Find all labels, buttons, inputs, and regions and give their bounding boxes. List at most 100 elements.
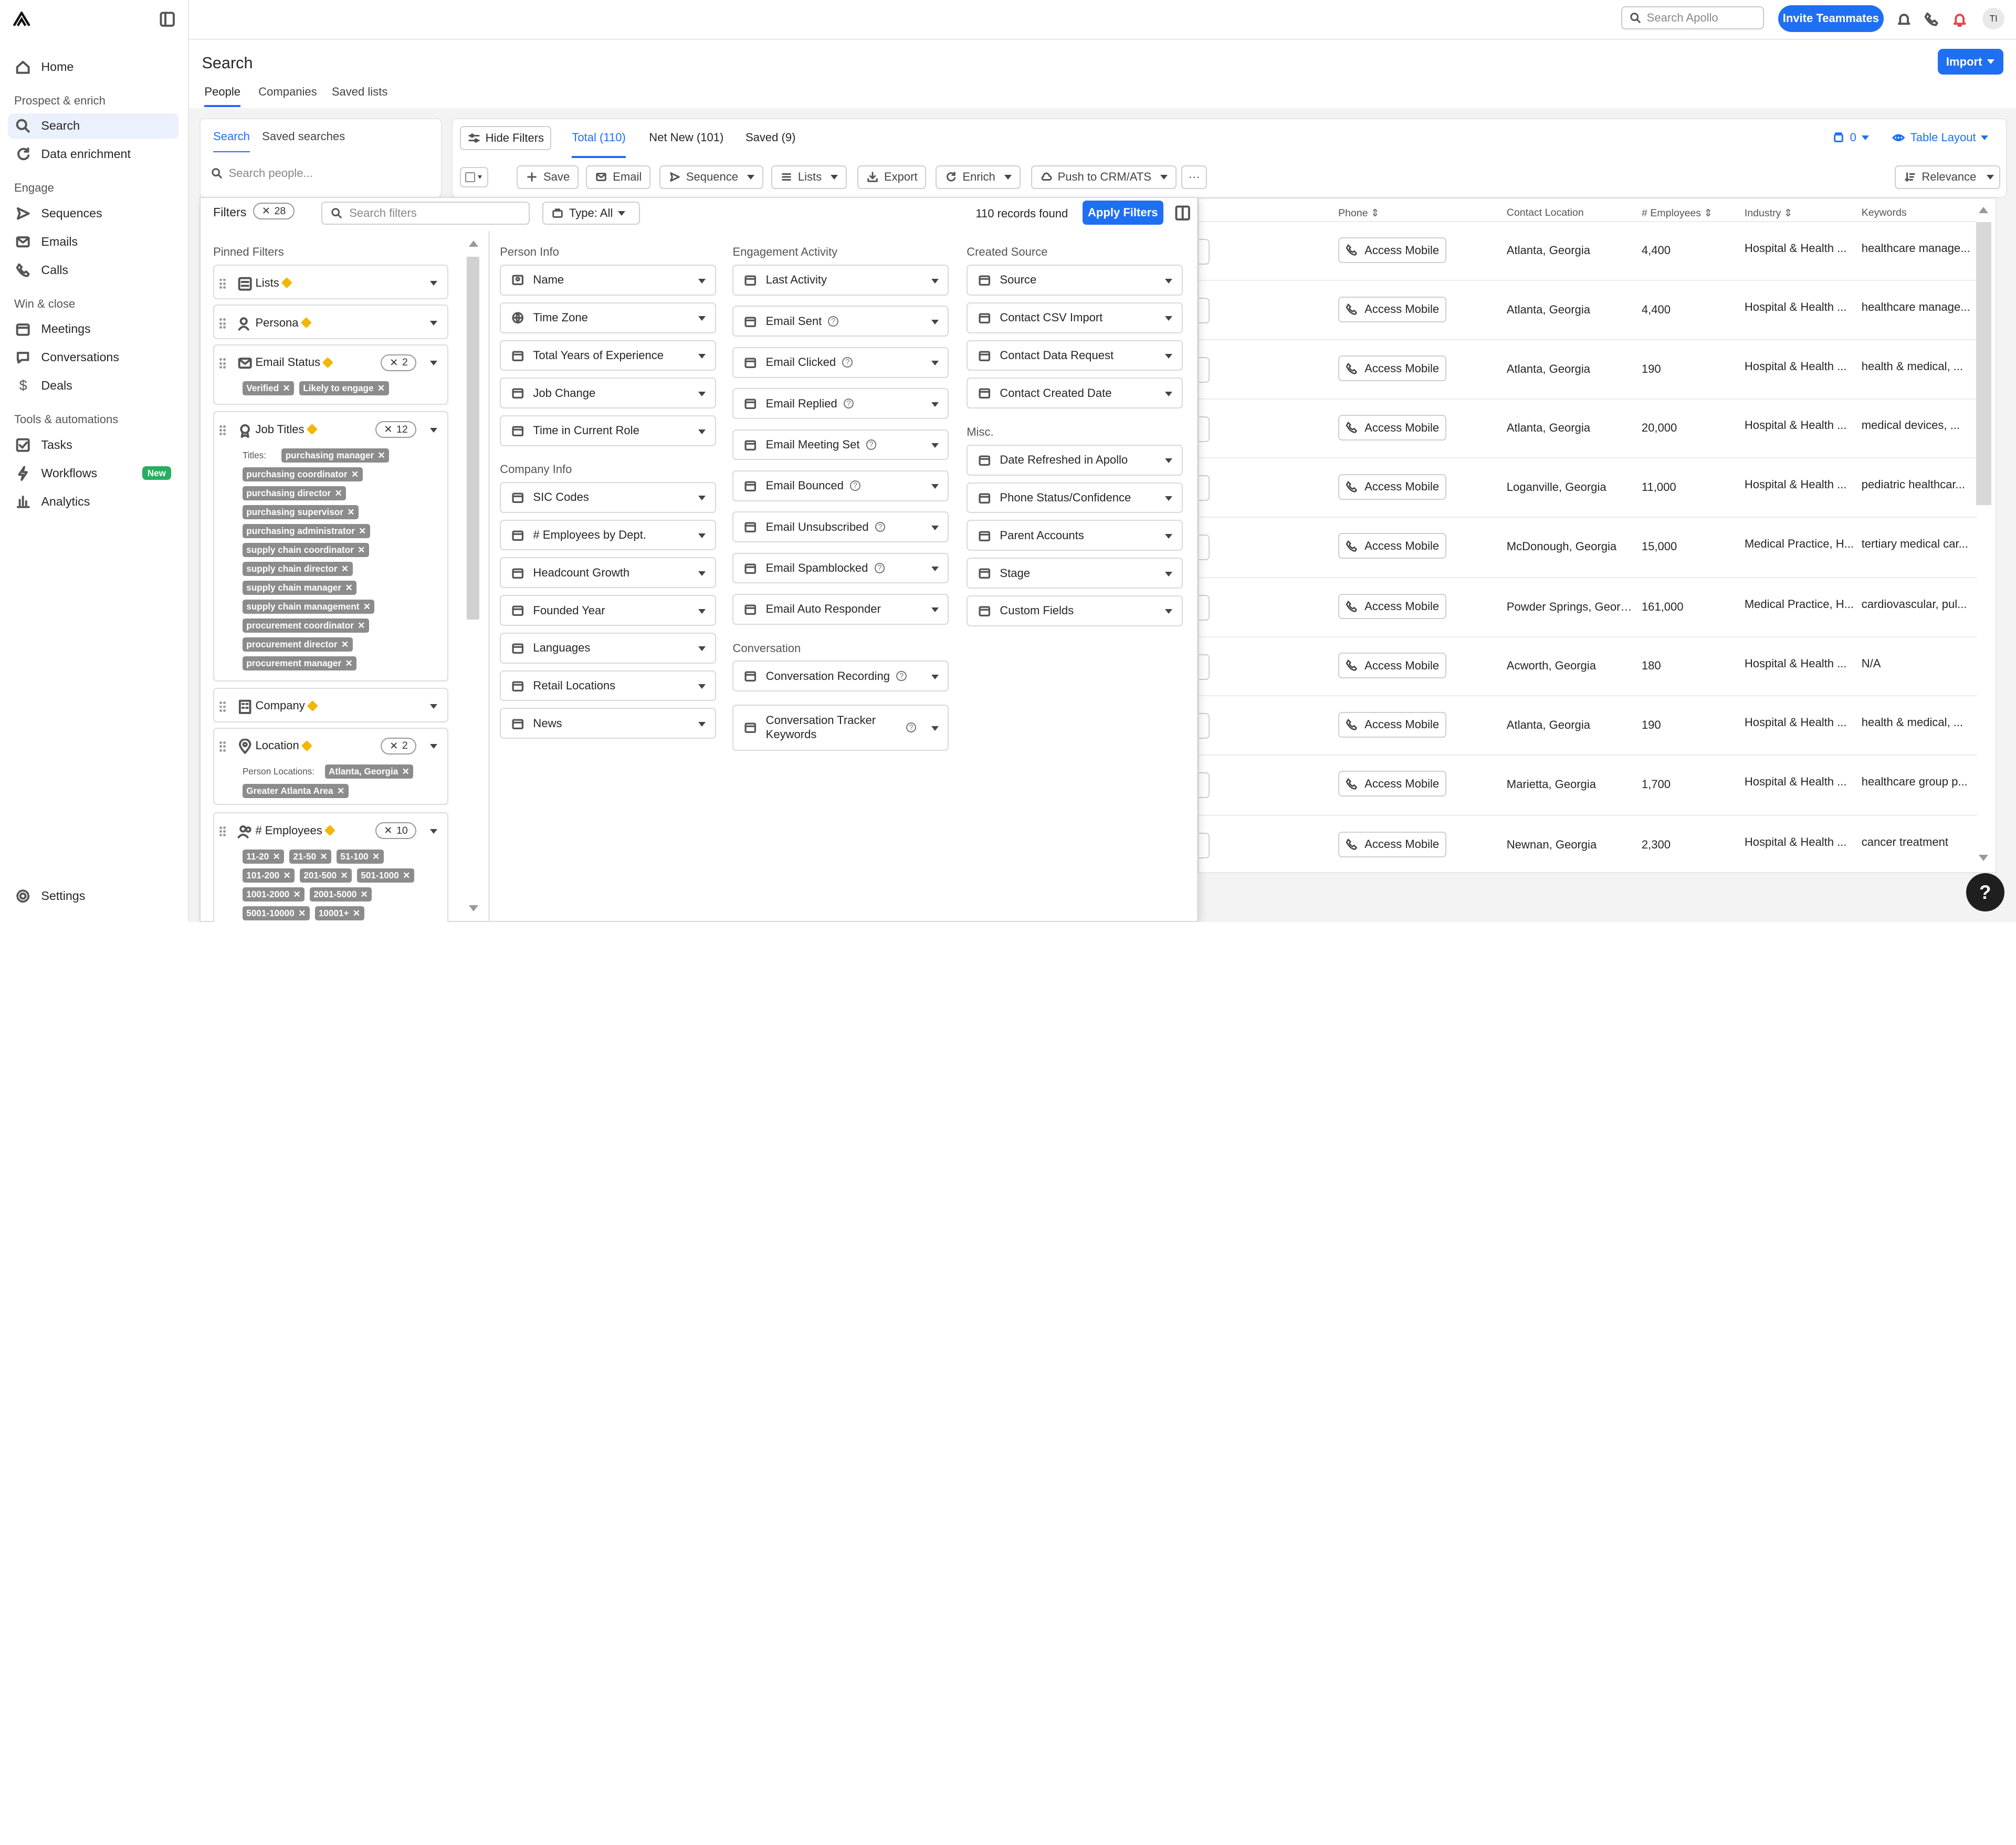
close-icon[interactable]: ✕ xyxy=(361,889,368,900)
drag-handle-icon[interactable] xyxy=(219,358,226,369)
nav-meetings[interactable]: Meetings xyxy=(8,316,179,342)
filter-languages[interactable]: Languages xyxy=(500,632,716,664)
access-mobile-button[interactable]: Access Mobile xyxy=(1338,711,1446,738)
filter-email-replied[interactable]: Email Replied? xyxy=(732,388,949,419)
filter-chip[interactable]: 501-1000 ✕ xyxy=(357,868,414,883)
filter-conversation-recording[interactable]: Conversation Recording? xyxy=(732,661,949,692)
filter-contact-created-date[interactable]: Contact Created Date xyxy=(967,378,1183,409)
apollo-logo[interactable] xyxy=(13,12,31,27)
search-filters-input[interactable]: Search filters xyxy=(321,202,530,225)
info-icon[interactable]: ? xyxy=(874,563,885,573)
invite-teammates-button[interactable]: Invite Teammates xyxy=(1778,5,1884,33)
job-titles-count-pill[interactable]: ✕ 12 xyxy=(375,421,417,438)
filter-email-meeting-set[interactable]: Email Meeting Set? xyxy=(732,429,949,460)
filter-chip[interactable]: 2001-5000 ✕ xyxy=(310,887,372,901)
close-icon[interactable]: ✕ xyxy=(345,582,352,593)
nav-tasks[interactable]: Tasks xyxy=(8,432,179,458)
user-avatar[interactable]: TI xyxy=(1982,7,2004,30)
help-button[interactable]: ? xyxy=(1966,873,2004,912)
filter-chip[interactable]: 10001+ ✕ xyxy=(314,906,364,920)
table-row[interactable]: Access Mobile Marietta, Georgia 1,700 Hospi… xyxy=(1199,754,1978,814)
close-icon[interactable]: ✕ xyxy=(402,766,410,777)
close-icon[interactable]: ✕ xyxy=(403,870,410,881)
info-icon[interactable]: ? xyxy=(850,480,860,491)
filter-chip[interactable]: 51-100 ✕ xyxy=(336,849,384,864)
pinned-filter-email-status[interactable]: Email Status ✕ 2 Verified ✕ Likely to enga… xyxy=(213,344,449,405)
access-mobile-button[interactable]: Access Mobile xyxy=(1338,237,1446,264)
location-count-pill[interactable]: ✕ 2 xyxy=(381,737,417,754)
filter-time-zone[interactable]: Time Zone xyxy=(500,302,716,333)
pinned-filter-lists[interactable]: Lists xyxy=(213,265,449,300)
hide-filters-button[interactable]: Hide Filters xyxy=(460,125,552,151)
nav-settings[interactable]: Settings xyxy=(8,883,179,909)
close-icon[interactable]: ✕ xyxy=(284,870,291,881)
filter-email-unsubscribed[interactable]: Email Unsubscribed? xyxy=(732,511,949,542)
filter-chip[interactable]: purchasing administrator ✕ xyxy=(242,523,370,538)
nav-deals[interactable]: $ Deals xyxy=(8,373,179,399)
row-field-stub[interactable] xyxy=(1199,298,1210,324)
filter-name[interactable]: Name xyxy=(500,265,716,296)
table-row[interactable]: Access Mobile Atlanta, Georgia 4,400 Hospit… xyxy=(1199,221,1978,280)
table-row[interactable]: Access Mobile Loganville, Georgia 11,000 Ho… xyxy=(1199,457,1978,517)
global-search-input[interactable]: Search Apollo xyxy=(1621,6,1764,30)
filter-contact-csv-import[interactable]: Contact CSV Import xyxy=(967,302,1183,333)
tab-companies[interactable]: Companies xyxy=(258,85,317,99)
filter-chip[interactable]: Likely to engage ✕ xyxy=(299,381,389,396)
close-icon[interactable]: ✕ xyxy=(273,851,280,862)
tab-people[interactable]: People xyxy=(204,85,240,107)
table-row[interactable]: Access Mobile Atlanta, Georgia 4,400 Hospit… xyxy=(1199,280,1978,339)
info-icon[interactable]: ? xyxy=(843,398,854,409)
info-icon[interactable]: ? xyxy=(866,439,877,450)
filter-chip[interactable]: purchasing supervisor ✕ xyxy=(242,505,359,519)
filter-conversation-tracker-keywords[interactable]: Conversation Tracker Keywords? xyxy=(732,704,949,751)
close-icon[interactable]: ✕ xyxy=(337,785,344,796)
email-status-count-pill[interactable]: ✕ 2 xyxy=(381,354,417,371)
type-filter-select[interactable]: Type: All xyxy=(542,202,640,225)
table-row[interactable]: Access Mobile Newnan, Georgia 2,300 Hospita… xyxy=(1199,815,1978,874)
push-to-crm-button[interactable]: Push to CRM/ATS xyxy=(1031,165,1177,189)
lists-button[interactable]: Lists xyxy=(771,165,847,189)
close-icon[interactable]: ✕ xyxy=(377,383,385,394)
filter-chip[interactable]: 5001-10000 ✕ xyxy=(242,906,310,920)
drag-handle-icon[interactable] xyxy=(219,318,226,329)
filter-phone-status-confidence[interactable]: Phone Status/Confidence xyxy=(967,482,1183,513)
filter-email-auto-responder[interactable]: Email Auto Responder xyxy=(732,593,949,625)
close-icon[interactable]: ✕ xyxy=(372,851,380,862)
pinned-filter-location[interactable]: Location ✕ 2 Person Locations: Atlanta, G… xyxy=(213,727,449,805)
filter-headcount-growth[interactable]: Headcount Growth xyxy=(500,557,716,589)
drag-handle-icon[interactable] xyxy=(219,701,226,712)
tab-saved-lists[interactable]: Saved lists xyxy=(332,85,388,99)
close-icon[interactable]: ✕ xyxy=(341,870,348,881)
email-button[interactable]: Email xyxy=(586,165,651,189)
employees-count-pill[interactable]: ✕ 10 xyxy=(375,822,417,840)
info-icon[interactable]: ? xyxy=(828,316,839,327)
access-mobile-button[interactable]: Access Mobile xyxy=(1338,593,1446,620)
table-row[interactable]: Access Mobile Atlanta, Georgia 190 Hospital… xyxy=(1199,695,1978,754)
filter-chip[interactable]: Greater Atlanta Area ✕ xyxy=(242,783,349,798)
table-row[interactable]: Access Mobile McDonough, Georgia 15,000 Med… xyxy=(1199,517,1978,576)
close-icon[interactable]: ✕ xyxy=(351,469,359,480)
access-mobile-button[interactable]: Access Mobile xyxy=(1338,653,1446,679)
nav-workflows[interactable]: Workflows New xyxy=(8,460,179,486)
sequence-button[interactable]: Sequence xyxy=(659,165,763,189)
access-mobile-button[interactable]: Access Mobile xyxy=(1338,474,1446,500)
filter-news[interactable]: News xyxy=(500,708,716,739)
col-industry[interactable]: Industry ⇕ xyxy=(1745,207,1793,219)
view-total[interactable]: Total (110) xyxy=(572,131,626,159)
close-icon[interactable]: ✕ xyxy=(293,889,301,900)
view-saved[interactable]: Saved (9) xyxy=(746,131,796,144)
close-icon[interactable]: ✕ xyxy=(363,601,371,612)
access-mobile-button[interactable]: Access Mobile xyxy=(1338,415,1446,441)
row-field-stub[interactable] xyxy=(1199,654,1210,680)
col-employees[interactable]: # Employees ⇕ xyxy=(1642,207,1713,219)
filter-employees-by-dept[interactable]: # Employees by Dept. xyxy=(500,519,716,551)
row-field-stub[interactable] xyxy=(1199,475,1210,501)
info-icon[interactable]: ? xyxy=(875,521,886,532)
lists-counter[interactable]: 0 xyxy=(1832,131,1869,144)
nav-sequences[interactable]: Sequences xyxy=(8,201,179,226)
alert-bell-icon[interactable] xyxy=(1950,11,1968,28)
close-icon[interactable]: ✕ xyxy=(358,620,365,631)
filter-email-sent[interactable]: Email Sent? xyxy=(732,306,949,337)
info-icon[interactable]: ? xyxy=(896,670,907,682)
row-field-stub[interactable] xyxy=(1199,534,1210,560)
